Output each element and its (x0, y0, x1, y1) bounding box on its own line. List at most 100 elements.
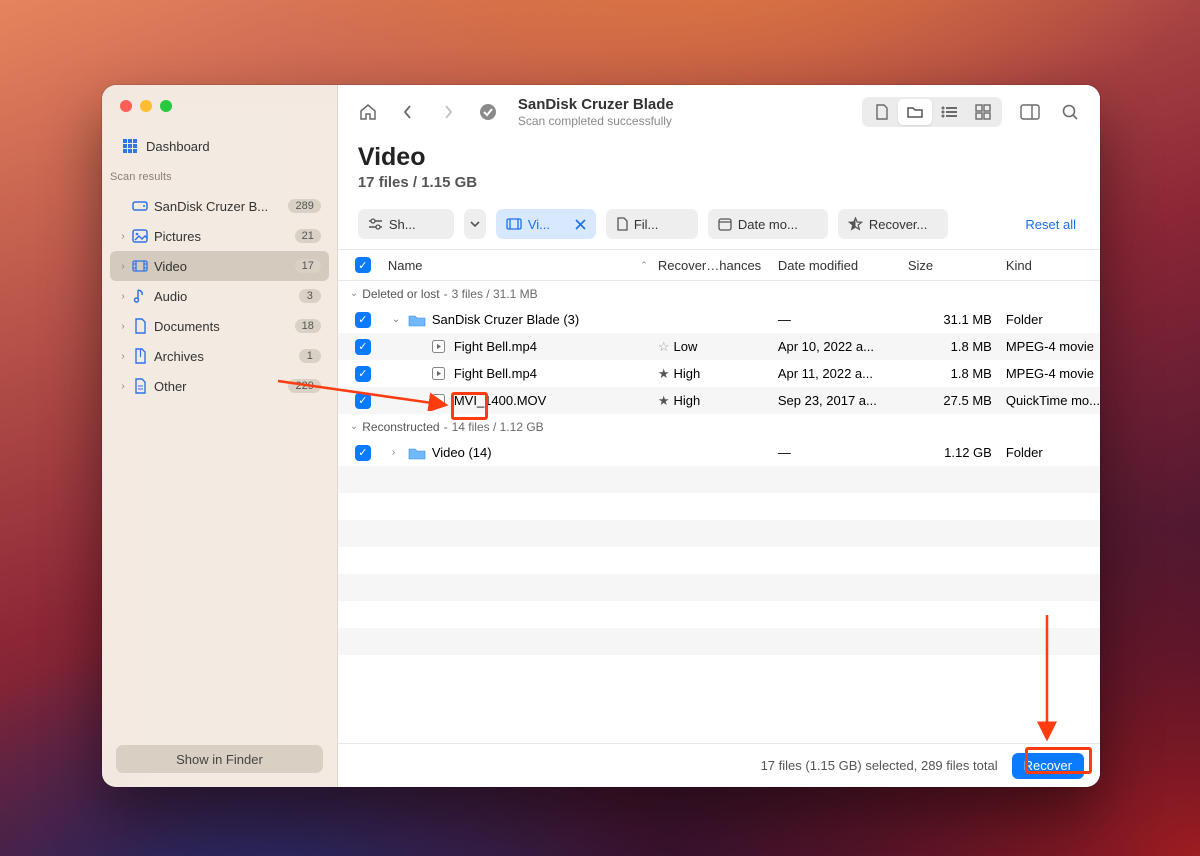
filter-video-pill[interactable]: Vi... (496, 209, 596, 239)
empty-row (338, 574, 1100, 601)
sidebar-item-video[interactable]: › Video 17 (110, 251, 329, 281)
chevron-down-icon: ⌄ (350, 288, 358, 299)
grid-icon (120, 138, 140, 154)
toolbar: SanDisk Cruzer Blade Scan completed succ… (338, 85, 1100, 139)
row-kind: Folder (1006, 312, 1100, 327)
column-name[interactable]: Name ⌃ (388, 258, 658, 273)
sliders-icon (368, 218, 383, 230)
video-file-icon (430, 365, 448, 383)
group-header-reconstructed[interactable]: ⌄ Reconstructed - 14 files / 1.12 GB (338, 414, 1100, 439)
sidebar-item-dashboard[interactable]: Dashboard (110, 131, 329, 161)
table-row[interactable]: ✓ ⌄ SanDisk Cruzer Blade (3) — 31.1 MB F… (338, 306, 1100, 333)
row-size: 31.1 MB (908, 312, 1006, 327)
page-heading: Video 17 files / 1.15 GB (338, 139, 1100, 191)
view-list-button[interactable] (932, 99, 966, 125)
view-folder-button[interactable] (898, 99, 932, 125)
table-header: ✓ Name ⌃ Recover…hances Date modified Si… (338, 249, 1100, 281)
table-row[interactable]: ✓ › Video (14) — 1.12 GB Folder (338, 439, 1100, 466)
sidebar: Dashboard Scan results SanDisk Cruzer B.… (102, 85, 338, 787)
filter-recovery-button[interactable]: Recover... (838, 209, 948, 239)
table-row[interactable]: ✓ Fight Bell.mp4 ☆Low Apr 10, 2022 a... … (338, 333, 1100, 360)
picture-icon (130, 229, 150, 243)
filter-file-label: Fil... (634, 217, 659, 232)
view-file-button[interactable] (864, 99, 898, 125)
selection-stats: 17 files (1.15 GB) selected, 289 files t… (761, 758, 998, 773)
star-outline-icon: ☆ (658, 339, 670, 354)
row-checkbox[interactable]: ✓ (355, 312, 371, 328)
chevron-down-icon[interactable]: ⌄ (392, 314, 402, 325)
sidebar-item-documents[interactable]: › Documents 18 (110, 311, 329, 341)
row-recovery: ★High (658, 366, 778, 382)
sidebar-item-audio[interactable]: › Audio 3 (110, 281, 329, 311)
column-kind[interactable]: Kind (1006, 258, 1100, 273)
video-file-icon (430, 338, 448, 356)
zoom-icon[interactable] (160, 100, 172, 112)
count-badge: 289 (288, 199, 320, 213)
row-size: 1.12 GB (908, 445, 1006, 460)
show-in-finder-button[interactable]: Show in Finder (116, 745, 323, 773)
row-date: Apr 11, 2022 a... (778, 366, 908, 381)
count-badge: 17 (295, 259, 321, 273)
column-date[interactable]: Date modified (778, 258, 908, 273)
window-controls (102, 85, 337, 127)
nav-back-button[interactable] (394, 98, 422, 126)
row-date: — (778, 445, 908, 460)
minimize-icon[interactable] (140, 100, 152, 112)
row-name: Fight Bell.mp4 (454, 339, 537, 354)
count-badge: 3 (299, 289, 321, 303)
row-size: 1.8 MB (908, 366, 1006, 381)
view-switcher (862, 97, 1002, 127)
close-icon[interactable] (120, 100, 132, 112)
inspector-button[interactable] (1016, 98, 1044, 126)
app-window: Dashboard Scan results SanDisk Cruzer B.… (102, 85, 1100, 787)
filter-show-button[interactable]: Sh... (358, 209, 454, 239)
row-kind: Folder (1006, 445, 1100, 460)
filter-video-label: Vi... (528, 217, 550, 232)
filter-show-dropdown[interactable] (464, 209, 486, 239)
filter-file-button[interactable]: Fil... (606, 209, 698, 239)
sidebar-item-label: Dashboard (146, 139, 321, 154)
row-date: Sep 23, 2017 a... (778, 393, 908, 408)
close-icon[interactable] (575, 219, 586, 230)
count-badge: 18 (295, 319, 321, 333)
recover-button[interactable]: Recover (1012, 753, 1084, 779)
row-checkbox[interactable]: ✓ (355, 393, 371, 409)
column-recovery[interactable]: Recover…hances (658, 258, 778, 273)
column-size[interactable]: Size (908, 258, 1006, 273)
reset-all-button[interactable]: Reset all (1021, 217, 1080, 232)
row-checkbox[interactable]: ✓ (355, 366, 371, 382)
page-title: Video (358, 143, 1080, 172)
row-checkbox[interactable]: ✓ (355, 445, 371, 461)
row-checkbox[interactable]: ✓ (355, 339, 371, 355)
chevron-right-icon[interactable]: › (392, 447, 402, 458)
sidebar-item-pictures[interactable]: › Pictures 21 (110, 221, 329, 251)
view-grid-button[interactable] (966, 99, 1000, 125)
home-button[interactable] (354, 98, 382, 126)
calendar-icon (718, 217, 732, 231)
select-all-checkbox[interactable]: ✓ (355, 257, 371, 273)
sidebar-item-archives[interactable]: › Archives 1 (110, 341, 329, 371)
row-recovery: ☆Low (658, 339, 778, 355)
row-kind: MPEG-4 movie (1006, 339, 1100, 354)
search-button[interactable] (1056, 98, 1084, 126)
empty-row (338, 520, 1100, 547)
group-meta: 14 files / 1.12 GB (452, 420, 544, 434)
table-row[interactable]: ✓ Fight Bell.mp4 ★High Apr 11, 2022 a...… (338, 360, 1100, 387)
nav-forward-button[interactable] (434, 98, 462, 126)
table-row[interactable]: ✓ MVI_1400.MOV ★High Sep 23, 2017 a... 2… (338, 387, 1100, 414)
sidebar-item-label: Video (154, 259, 295, 274)
row-name: Video (14) (432, 445, 492, 460)
empty-row (338, 493, 1100, 520)
filter-recovery-label: Recover... (869, 217, 928, 232)
sidebar-section-label: Scan results (102, 161, 337, 187)
sidebar-item-other[interactable]: › Other 229 (110, 371, 329, 401)
group-header-deleted[interactable]: ⌄ Deleted or lost - 3 files / 31.1 MB (338, 281, 1100, 306)
count-badge: 229 (288, 379, 320, 393)
sidebar-item-label: Audio (154, 289, 299, 304)
sidebar-item-label: Pictures (154, 229, 295, 244)
empty-row (338, 628, 1100, 655)
row-kind: QuickTime mo... (1006, 393, 1100, 408)
filter-date-button[interactable]: Date mo... (708, 209, 828, 239)
row-name: MVI_1400.MOV (454, 393, 547, 408)
sidebar-item-device[interactable]: SanDisk Cruzer B... 289 (110, 191, 329, 221)
